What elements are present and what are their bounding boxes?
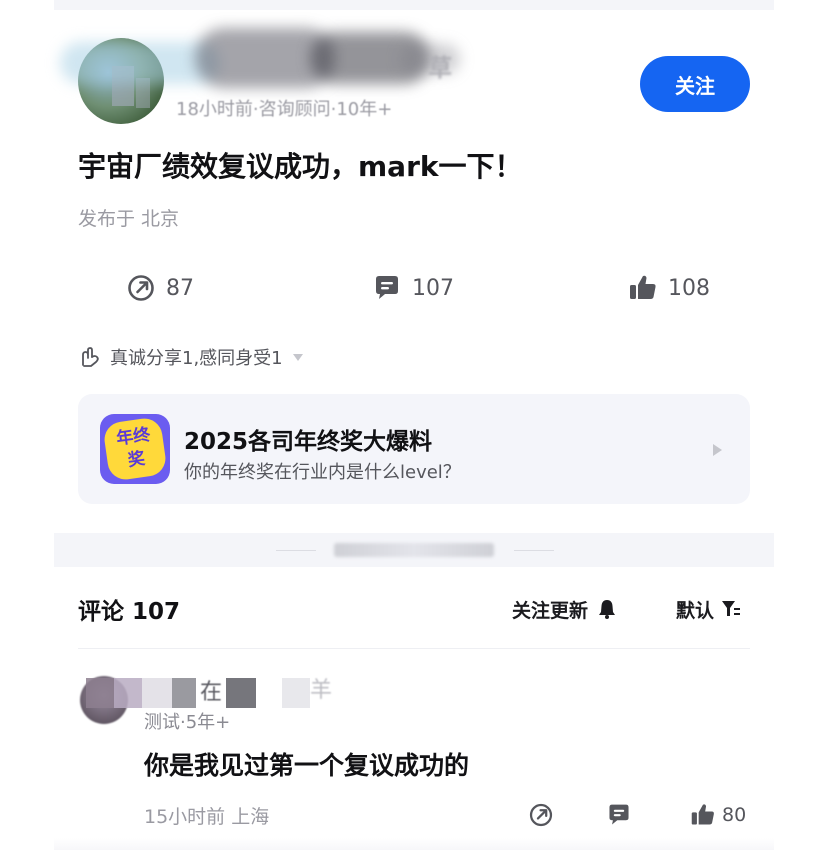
comment-action[interactable]: 107: [372, 270, 454, 306]
post-location: 发布于 北京: [78, 208, 180, 230]
thumbs-up-icon: [691, 804, 714, 825]
comment-reply-button[interactable]: [606, 800, 632, 830]
thumbs-up-icon: [630, 275, 656, 299]
comment-like-button[interactable]: 80: [690, 800, 746, 830]
author-name-redaction: [60, 22, 490, 92]
comment-like-count: 80: [722, 804, 747, 826]
comment-bubble-icon: [609, 804, 629, 825]
separator-redaction: [334, 543, 494, 557]
promo-badge-icon: 年 终 奖: [100, 414, 170, 484]
chevron-down-icon: [292, 353, 303, 361]
like-count: 108: [668, 275, 710, 301]
badge-char: 终: [131, 424, 152, 448]
share-action[interactable]: 87: [126, 270, 194, 306]
comment-count: 107: [412, 275, 454, 301]
commenter-meta: 测试·5年+: [144, 712, 231, 733]
follow-updates-button[interactable]: 关注更新: [512, 594, 618, 624]
badge-char: 奖: [126, 448, 147, 471]
comment-share-button[interactable]: [528, 800, 554, 830]
share-arrow-icon: [128, 275, 154, 301]
section-separator: [54, 533, 774, 567]
filter-sort-icon: [722, 601, 741, 616]
author-name[interactable]: 草: [428, 48, 452, 83]
bottom-fade: [54, 838, 774, 850]
bell-icon: [599, 600, 616, 619]
sort-dropdown[interactable]: 默认: [676, 594, 742, 624]
chevron-right-icon: [713, 444, 722, 456]
post-title: 宇宙厂绩效复议成功，mark一下！: [78, 150, 523, 183]
sort-label: 默认: [676, 599, 715, 622]
commenter-name[interactable]: 在: [200, 674, 222, 706]
comments-title: 评论 107: [78, 599, 181, 625]
reaction-hands-icon: [82, 347, 99, 367]
comment-bubble-icon: [376, 276, 398, 299]
comment-time-location: 15小时前 上海: [144, 806, 270, 828]
share-arrow-icon: [529, 803, 553, 827]
promo-title: 2025各司年终奖大爆料: [184, 429, 433, 455]
author-meta: 18小时前·咨询顾问·10年+: [176, 99, 393, 120]
reaction-summary[interactable]: 真诚分享1,感同身受1: [78, 344, 303, 370]
promo-card[interactable]: 年 终 奖 2025各司年终奖大爆料 你的年终奖在行业内是什么level？: [78, 394, 750, 504]
reaction-summary-text: 真诚分享1,感同身受1: [110, 348, 283, 369]
like-action[interactable]: 108: [628, 270, 710, 306]
follow-button[interactable]: 关注: [640, 56, 750, 112]
follow-updates-label: 关注更新: [512, 599, 589, 622]
comment-text: 你是我见过第一个复议成功的: [144, 751, 470, 780]
top-feed-strip: [54, 0, 774, 10]
commenter-name-tail: 羊: [310, 678, 333, 703]
divider: [78, 648, 750, 649]
share-count: 87: [166, 275, 194, 301]
promo-subtitle: 你的年终奖在行业内是什么level？: [184, 462, 461, 483]
